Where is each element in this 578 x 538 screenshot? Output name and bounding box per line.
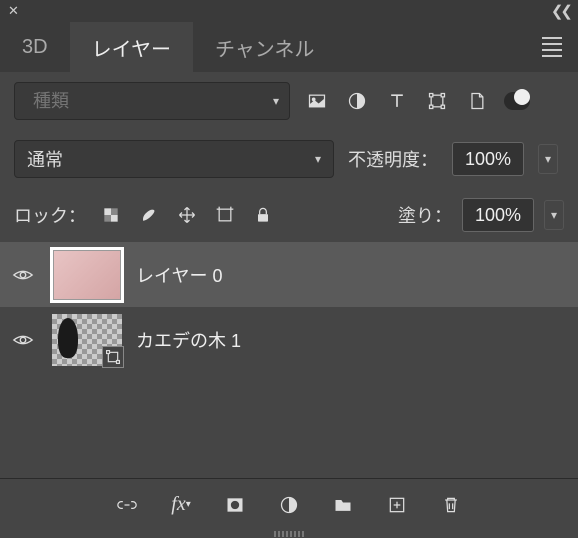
filter-shape-icon[interactable]: [424, 88, 450, 114]
new-layer-icon[interactable]: [384, 492, 410, 518]
link-layers-icon[interactable]: [114, 492, 140, 518]
layer-thumbnail[interactable]: [52, 249, 122, 301]
filter-adjustment-icon[interactable]: [344, 88, 370, 114]
blend-mode-value: 通常: [27, 146, 63, 172]
opacity-dropdown[interactable]: ▾: [538, 144, 558, 174]
opacity-label: 不透明度：: [348, 146, 438, 172]
smart-object-icon: [102, 346, 124, 368]
fill-label: 塗り：: [398, 202, 452, 228]
layer-row[interactable]: カエデの木 1: [0, 307, 578, 372]
tab-channels[interactable]: チャンネル: [193, 22, 336, 72]
filter-search[interactable]: ▾: [14, 82, 290, 120]
chevron-down-icon: ▾: [315, 152, 321, 166]
layer-style-icon[interactable]: fx▾: [168, 492, 194, 518]
layer-row[interactable]: レイヤー 0: [0, 242, 578, 307]
filter-smartobject-icon[interactable]: [464, 88, 490, 114]
lock-all-icon[interactable]: [250, 202, 276, 228]
tab-3d[interactable]: 3D: [0, 22, 70, 72]
new-group-icon[interactable]: [330, 492, 356, 518]
close-icon[interactable]: ✕: [8, 3, 19, 19]
filter-input[interactable]: [33, 91, 265, 112]
layer-list: レイヤー 0 カエデの木 1: [0, 242, 578, 478]
filter-pixel-icon[interactable]: [304, 88, 330, 114]
delete-layer-icon[interactable]: [438, 492, 464, 518]
layer-name[interactable]: レイヤー 0: [136, 262, 222, 288]
lock-paint-icon[interactable]: [136, 202, 162, 228]
chevron-down-icon[interactable]: ▾: [273, 94, 279, 108]
lock-label: ロック：: [14, 202, 86, 228]
filter-type-icon[interactable]: [384, 88, 410, 114]
collapse-icon[interactable]: ❮❮: [551, 2, 570, 20]
lock-transparency-icon[interactable]: [98, 202, 124, 228]
layer-name[interactable]: カエデの木 1: [136, 327, 241, 353]
lock-artboard-icon[interactable]: [212, 202, 238, 228]
tab-layers[interactable]: レイヤー: [70, 22, 193, 72]
visibility-icon[interactable]: [8, 264, 38, 286]
panel-menu-icon[interactable]: [536, 22, 568, 72]
filter-toggle[interactable]: [504, 92, 530, 110]
fill-value[interactable]: 100%: [462, 198, 534, 232]
new-adjustment-icon[interactable]: [276, 492, 302, 518]
add-mask-icon[interactable]: [222, 492, 248, 518]
lock-position-icon[interactable]: [174, 202, 200, 228]
layer-thumbnail[interactable]: [52, 314, 122, 366]
resize-grip[interactable]: [0, 530, 578, 538]
blend-mode-select[interactable]: 通常 ▾: [14, 140, 334, 178]
visibility-icon[interactable]: [8, 329, 38, 351]
fill-dropdown[interactable]: ▾: [544, 200, 564, 230]
opacity-value[interactable]: 100%: [452, 142, 524, 176]
